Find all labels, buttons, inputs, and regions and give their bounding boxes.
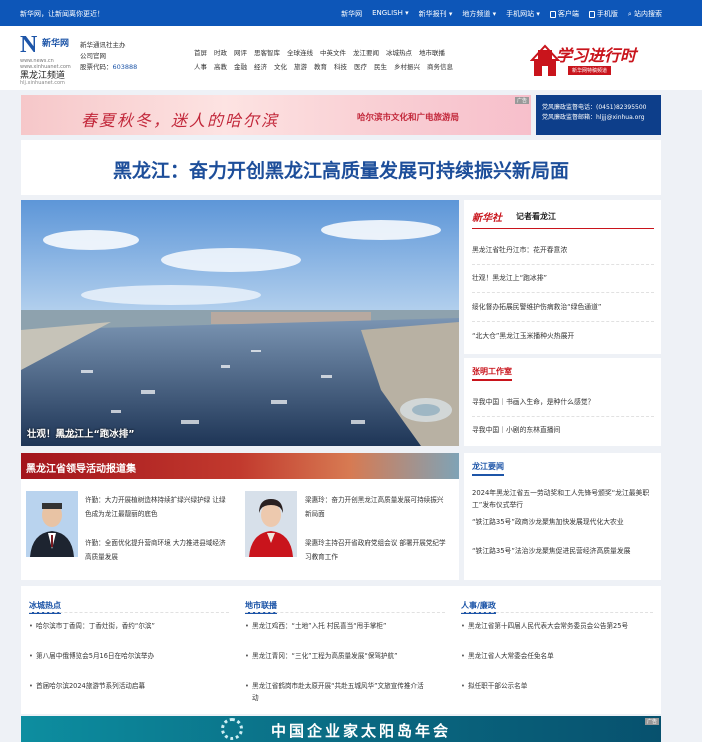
nav-row-2: 人事 高教 金融 经济 文化 旅游 教育 科技 医疗 民生 乡村振兴 商务信息 [194,60,453,74]
header: N 新华网 www.news.cn www.xinhuanet.com 黑龙江频… [0,26,702,90]
leaders-banner[interactable]: 黑龙江省领导活动报道集 [21,453,459,479]
nav-item[interactable]: 思客智库 [254,46,280,60]
channel-url: hlj.xinhuanet.com [20,80,65,86]
main-headline[interactable]: 黑龙江：奋力开创黑龙江高质量发展可持续振兴新局面 [21,156,661,183]
conference-title: 中国企业家太阳岛年会 [271,724,452,740]
list-item[interactable]: 哈尔滨市丁香周：丁香灶街，香约“尔滨” [29,620,213,632]
studio-title[interactable]: 张明工作室 [472,366,512,381]
promo-subtitle: 新华网特稿频道 [568,66,612,75]
nav-item[interactable]: 科技 [334,60,347,74]
mobile-icon [588,10,595,18]
nav-item[interactable]: 冰城热点 [386,46,412,60]
stock-code[interactable]: 603888 [113,63,138,71]
nav-item[interactable]: 商务信息 [427,60,453,74]
nav-row-1: 首屏 时政 网评 思客智库 全球连线 中英文件 龙江要闻 冰城热点 地市联播 [194,46,453,60]
top-link-mobile[interactable]: 手机版 [588,9,618,19]
top-links: 新华网 ENGLISH ▾ 新华报刊 ▾ 地方频道 ▾ 手机网站 ▾ 客户端 手… [341,9,662,19]
list-item[interactable]: 寻我中国｜小剧的东林直播间 [472,424,654,436]
leader-news[interactable]: 许勤：大力开展植树造林持续扩绿兴绿护绿 让绿色成为龙江最靓丽的底色 [85,493,230,521]
hero-caption: 壮观！黑龙江上“跑冰排” [27,429,135,440]
list-item[interactable]: 寻我中国｜书画入生命，是种什么感觉？ [472,396,654,408]
promo-title: 学习进行时 [556,48,637,65]
nav-item[interactable]: 中英文件 [320,46,346,60]
nav-item[interactable]: 金融 [234,60,247,74]
top-link-mobile-site[interactable]: 手机网站 ▾ [506,9,540,19]
top-link-client[interactable]: 客户端 [549,9,579,19]
harbin-tourism-ad[interactable]: 春夏秋冬，迷人的哈尔滨 哈尔滨市文化和广电旅游局 广告 [21,95,531,135]
list-item[interactable]: 首届哈尔滨2024旅游节系列活动启幕 [29,680,213,692]
reporter-title: 记者看龙江 [516,212,556,221]
longjiang-news-panel: 龙江要闻 2024年黑龙江省五一劳动奖和工人先锋号颁奖“龙江最美职工”发布仪式举… [464,453,661,580]
list-item[interactable]: 黑龙江省第十四届人民代表大会常务委员会公告第25号 [461,620,645,632]
ad-slogan: 春夏秋冬，迷人的哈尔滨 [81,113,280,130]
logo-mark: N [20,32,38,58]
leader-photo[interactable] [245,491,297,557]
longjiang-title[interactable]: 龙江要闻 [472,461,504,476]
zhangming-studio-panel: 张明工作室 寻我中国｜书画入生命，是种什么感觉？ 寻我中国｜小剧的东林直播间 [464,358,661,446]
reporter-panel: 新华社 记者看龙江 黑龙江省牡丹江市：花开春意浓 壮观！黑龙江上“跑冰排” 绥化… [464,200,661,354]
leader-photo[interactable] [26,491,78,557]
leaders-title: 黑龙江省领导活动报道集 [26,464,136,475]
list-item[interactable]: 黑龙江鸡西：“土地”入托 村民喜当“甩手掌柜” [245,620,429,632]
nav-item[interactable]: 医疗 [354,60,367,74]
list-item[interactable]: 第八届中俄博览会5月16日在哈尔滨举办 [29,650,213,662]
top-link-press[interactable]: 新华报刊 ▾ [419,9,453,19]
list-item[interactable]: “铁江路35号”政商沙龙聚焦加快发展现代化大农业 [472,516,654,528]
list-item[interactable]: 黑龙江省人大常委会任免名单 [461,650,645,662]
logo-brand: 新华网 [42,39,70,49]
nav-item[interactable]: 经济 [254,60,267,74]
leaders-panel: 黑龙江省领导活动报道集 许勤：大力开展植树造林持续扩绿兴绿护绿 让绿色成为龙江最… [21,453,459,580]
headline-box: 黑龙江：奋力开创黑龙江高质量发展可持续振兴新局面 [21,140,661,195]
list-item[interactable]: 2024年黑龙江省五一劳动奖和工人先锋号颁奖“龙江最美职工”发布仪式举行 [472,487,654,511]
top-link-xinhua[interactable]: 新华网 [341,9,362,19]
leader-news[interactable]: 梁惠玲主持召开省政府党组会议 部署开展党纪学习教育工作 [305,536,450,564]
list-item[interactable]: 黑龙江青冈：“三化”工程为高质量发展“保驾护航” [245,650,429,662]
nav-item[interactable]: 乡村振兴 [394,60,420,74]
top-link-local[interactable]: 地方频道 ▾ [462,9,496,19]
list-item[interactable]: “铁江路35号”法治沙龙聚焦促进民营经济高质量发展 [472,545,654,557]
bottom-columns: 冰城热点 哈尔滨市丁香周：丁香灶街，香约“尔滨” 第八届中俄博览会5月16日在哈… [21,586,661,714]
main-nav: 首屏 时政 网评 思客智库 全球连线 中英文件 龙江要闻 冰城热点 地市联播 人… [194,46,453,74]
company-intro: 新华通讯社主办 公司官网 股票代码：603888 [80,41,138,71]
list-item[interactable]: 黑龙江省牡丹江市：花开春意浓 [472,244,654,256]
leader-news[interactable]: 许勤：全面优化提升营商环境 大力推进县域经济高质量发展 [85,536,230,564]
leader-news[interactable]: 梁惠玲：奋力开创黑龙江高质量发展可持续振兴新局面 [305,493,450,521]
entrepreneur-conference-ad[interactable]: 中国企业家太阳岛年会 广告 [21,716,661,742]
nav-item[interactable]: 时政 [214,46,227,60]
ad-tag: 广告 [514,97,529,104]
study-promo-logo[interactable]: 学习进行时 新华网特稿频道 [530,34,640,82]
ad-org: 哈尔滨市文化和广电旅游局 [357,113,460,123]
supervision-ad[interactable]: 党风廉政监督电话：(0451)82395500 党风廉政监督邮箱：hljjj@x… [536,95,661,135]
hero-slide[interactable]: 壮观！黑龙江上“跑冰排” [21,200,459,446]
list-item[interactable]: 绥化督办拓展民警维护伤病救治“绿色通道” [472,301,654,313]
nav-item[interactable]: 文化 [274,60,287,74]
nav-item[interactable]: 人事 [194,60,207,74]
site-slogan: 新华网，让新闻离你更近！ [20,10,104,18]
phone-icon [549,10,556,18]
top-link-english[interactable]: ENGLISH ▾ [372,9,409,19]
list-item[interactable]: 拟任职干部公示名单 [461,680,645,692]
nav-item[interactable]: 地市联播 [419,46,445,60]
nav-item[interactable]: 旅游 [294,60,307,74]
nav-item[interactable]: 民生 [374,60,387,74]
nav-item[interactable]: 高教 [214,60,227,74]
conference-logo-icon [221,718,243,740]
top-link-search[interactable]: ⌕ 站内搜索 [628,9,662,19]
nav-item[interactable]: 教育 [314,60,327,74]
nav-item[interactable]: 龙江要闻 [353,46,379,60]
list-item[interactable]: 黑龙江省鹤岗市赴太原开展“共赴五城风华”文旅宣传推介活动 [245,680,429,704]
nav-item[interactable]: 网评 [234,46,247,60]
nav-item[interactable]: 首屏 [194,46,207,60]
hero-image [21,200,459,446]
list-item[interactable]: “北大仓”黑龙江玉米播种火热展开 [472,330,654,342]
top-bar: 新华网，让新闻离你更近！ 新华网 ENGLISH ▾ 新华报刊 ▾ 地方频道 ▾… [0,0,702,26]
nav-item[interactable]: 全球连线 [287,46,313,60]
site-logo[interactable]: N 新华网 www.news.cn www.xinhuanet.com 黑龙江频… [20,32,80,88]
list-item[interactable]: 壮观！黑龙江上“跑冰排” [472,272,654,284]
xinhua-brand: 新华社 [472,213,502,224]
